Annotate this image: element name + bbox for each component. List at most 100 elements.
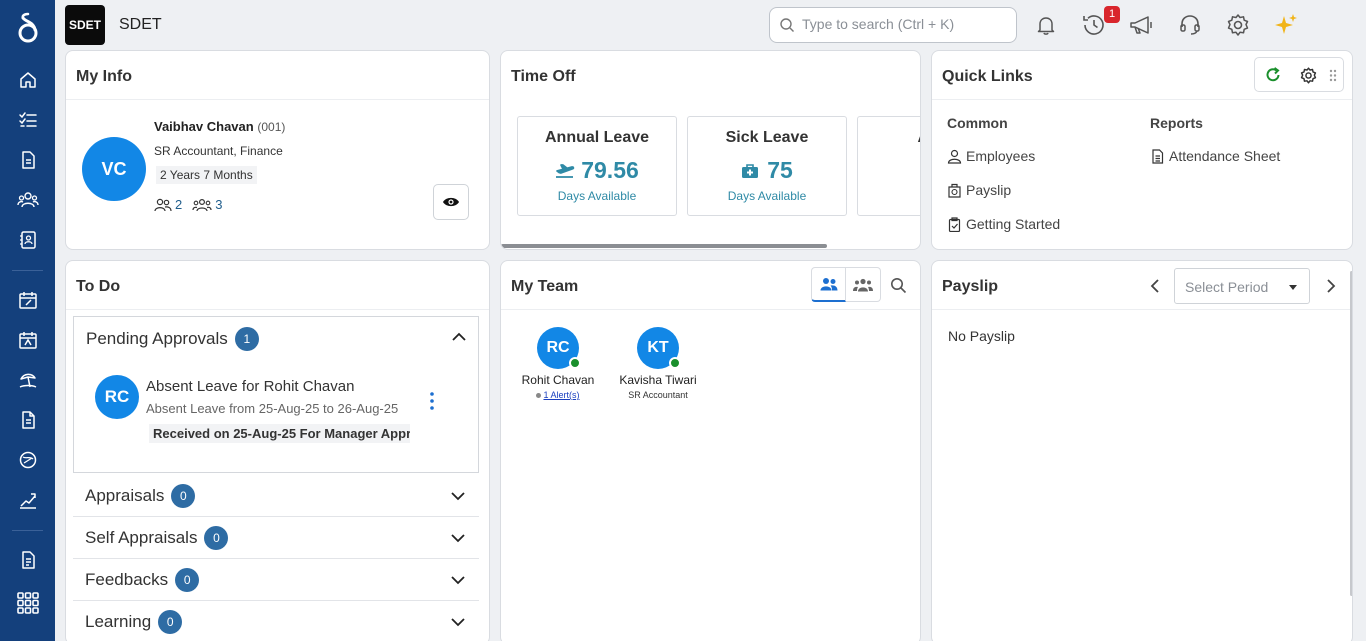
vertical-scrollbar[interactable] <box>1350 271 1352 596</box>
quick-links-toolbar <box>1254 57 1344 92</box>
sidebar-item-attendance[interactable] <box>14 286 42 314</box>
chevron-down-icon[interactable] <box>450 491 466 501</box>
absent-leave-tile[interactable]: Abse Leave <box>857 116 920 216</box>
group-icon <box>853 278 873 291</box>
direct-reports-count[interactable]: 2 <box>175 197 182 212</box>
card-divider <box>66 309 489 310</box>
count-badge: 1 <box>234 327 259 351</box>
payslip-icon <box>948 183 961 198</box>
team-member-card[interactable]: KT Kavisha Tiwari SR Accountant <box>608 327 708 400</box>
leave-type-title: Annual Leave <box>544 129 650 146</box>
sick-leave-tile[interactable]: Sick Leave 75 Days Available <box>687 116 847 216</box>
announcements-button[interactable] <box>1128 11 1156 39</box>
drag-handle-icon[interactable] <box>1329 69 1337 82</box>
logo-icon <box>18 12 38 43</box>
count-badge: 0 <box>158 610 183 634</box>
appraisals-row[interactable]: Appraisals 0 <box>73 475 479 517</box>
leave-balance-value: 79.56 <box>581 157 639 183</box>
sidebar-item-apps[interactable] <box>14 589 42 617</box>
leave-balance: 79.56 <box>518 157 676 184</box>
sidebar-item-documents[interactable] <box>14 146 42 174</box>
leave-type-title: Sick Leave <box>725 129 809 146</box>
member-name: Rohit Chavan <box>521 373 595 387</box>
feedbacks-row[interactable]: Feedbacks 0 <box>73 559 479 601</box>
reportees-row: 2 3 <box>154 197 222 212</box>
company-logo[interactable]: SDET <box>65 5 105 45</box>
file-icon <box>22 411 35 429</box>
chevron-down-icon[interactable] <box>450 575 466 585</box>
sidebar-item-tasks[interactable] <box>14 106 42 134</box>
online-status-indicator <box>669 357 681 369</box>
search-box[interactable] <box>769 7 1017 43</box>
direct-reports-icon <box>154 198 172 211</box>
history-button[interactable] <box>1080 11 1108 39</box>
my-info-title: My Info <box>76 68 132 85</box>
chevron-left-icon[interactable] <box>1150 278 1160 294</box>
self-appraisals-row[interactable]: Self Appraisals 0 <box>73 517 479 559</box>
sidebar-item-leave[interactable] <box>14 366 42 394</box>
approval-status: Received on 25-Aug-25 For Manager Approv… <box>149 424 410 443</box>
all-team-tab[interactable] <box>846 267 881 302</box>
megaphone-icon <box>1130 16 1152 34</box>
sidebar-item-calendar[interactable] <box>14 326 42 354</box>
calendar-icon <box>19 332 37 349</box>
employee-name[interactable]: Vaibhav Chavan (001) <box>154 119 285 134</box>
report-icon <box>22 551 35 569</box>
alerts-link[interactable]: 1 Alert(s) <box>543 390 579 400</box>
sidebar-item-people[interactable] <box>14 186 42 214</box>
eye-icon <box>443 197 459 207</box>
leave-balance-value <box>858 157 920 184</box>
pending-approvals-header[interactable]: Pending Approvals 1 <box>86 327 259 351</box>
section-label: Learning <box>85 612 152 631</box>
refresh-icon[interactable] <box>1264 66 1282 84</box>
team-member-card[interactable]: RC Rohit Chavan 1 Alert(s) <box>508 327 608 400</box>
sidebar-item-files[interactable] <box>14 406 42 434</box>
view-profile-button[interactable] <box>433 184 469 220</box>
search-icon[interactable] <box>890 277 907 294</box>
gear-icon[interactable] <box>1299 66 1318 85</box>
notifications-button[interactable] <box>1032 11 1060 39</box>
learning-row[interactable]: Learning 0 <box>73 601 479 641</box>
leave-balance: 75 <box>688 157 846 184</box>
employee-name-text: Vaibhav Chavan <box>154 119 254 134</box>
payslip-card: Payslip Select Period No Payslip <box>931 260 1353 641</box>
search-input[interactable] <box>802 16 1002 32</box>
alert-dot <box>536 393 542 399</box>
team-count[interactable]: 3 <box>215 197 222 212</box>
ai-assistant-button[interactable] <box>1272 11 1300 39</box>
period-select[interactable]: Select Period <box>1174 268 1310 304</box>
employee-code: (001) <box>257 120 286 134</box>
direct-team-tab[interactable] <box>811 267 846 302</box>
sidebar-item-travel[interactable] <box>14 446 42 474</box>
vacation-icon <box>19 373 37 388</box>
history-icon <box>1083 15 1104 35</box>
quick-link-attendance-sheet[interactable]: Attendance Sheet <box>1150 148 1280 164</box>
chevron-down-icon[interactable] <box>450 617 466 627</box>
annual-leave-tile[interactable]: Annual Leave 79.56 Days Available <box>517 116 677 216</box>
horizontal-scrollbar[interactable] <box>501 244 827 248</box>
chevron-right-icon[interactable] <box>1326 278 1336 294</box>
reports-heading: Reports <box>1150 115 1203 131</box>
self-appraisals-header: Self Appraisals 0 <box>85 526 229 550</box>
chevron-up-icon[interactable] <box>451 332 467 342</box>
more-options-icon[interactable] <box>429 391 435 411</box>
sidebar-divider <box>12 530 43 531</box>
period-placeholder: Select Period <box>1185 279 1269 295</box>
sidebar-item-expenses[interactable] <box>14 486 42 514</box>
appraisals-header: Appraisals 0 <box>85 484 196 508</box>
card-divider <box>66 99 489 100</box>
quick-link-employees[interactable]: Employees <box>947 148 1035 164</box>
app-logo[interactable] <box>14 10 42 44</box>
sidebar-item-reports[interactable] <box>14 546 42 574</box>
home-icon <box>20 72 36 88</box>
chevron-down-icon[interactable] <box>450 533 466 543</box>
support-button[interactable] <box>1176 11 1204 39</box>
sidebar-item-directory[interactable] <box>14 226 42 254</box>
sidebar-item-home[interactable] <box>14 66 42 94</box>
settings-button[interactable] <box>1224 11 1252 39</box>
globe-icon <box>19 451 37 469</box>
quick-link-getting-started[interactable]: Getting Started <box>947 216 1060 232</box>
quick-link-payslip[interactable]: Payslip <box>947 182 1011 198</box>
approval-title[interactable]: Absent Leave for Rohit Chavan <box>146 378 354 395</box>
people-icon <box>820 278 837 291</box>
